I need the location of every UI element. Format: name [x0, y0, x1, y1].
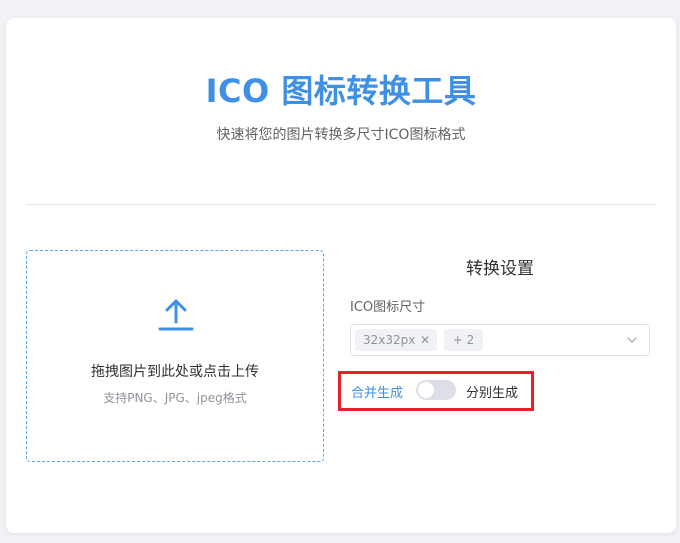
- page-title: ICO 图标转换工具: [205, 72, 477, 110]
- size-tag-label: 32x32px: [363, 333, 416, 347]
- merge-mode-label[interactable]: 合并生成: [351, 382, 403, 401]
- size-tag: 32x32px ✕: [355, 329, 437, 351]
- upload-hint: 支持PNG、JPG、jpeg格式: [103, 391, 247, 405]
- upload-arrow-icon: [158, 299, 194, 331]
- switch-knob: [418, 382, 434, 398]
- more-tags-badge: + 2: [444, 329, 483, 351]
- page-subtitle: 快速将您的图片转换多尺寸ICO图标格式: [216, 127, 466, 143]
- divider: [26, 204, 656, 205]
- mode-toggle-switch[interactable]: [416, 380, 456, 400]
- upload-dropzone[interactable]: 拖拽图片到此处或点击上传 支持PNG、JPG、jpeg格式: [26, 250, 324, 462]
- chevron-down-icon: [627, 337, 637, 343]
- size-select[interactable]: 32x32px ✕ + 2: [350, 324, 650, 356]
- tag-close-icon[interactable]: ✕: [420, 329, 430, 351]
- separate-mode-label[interactable]: 分别生成: [466, 382, 518, 401]
- size-label: ICO图标尺寸: [350, 300, 426, 315]
- upload-text: 拖拽图片到此处或点击上传: [91, 364, 259, 380]
- settings-title: 转换设置: [466, 259, 534, 279]
